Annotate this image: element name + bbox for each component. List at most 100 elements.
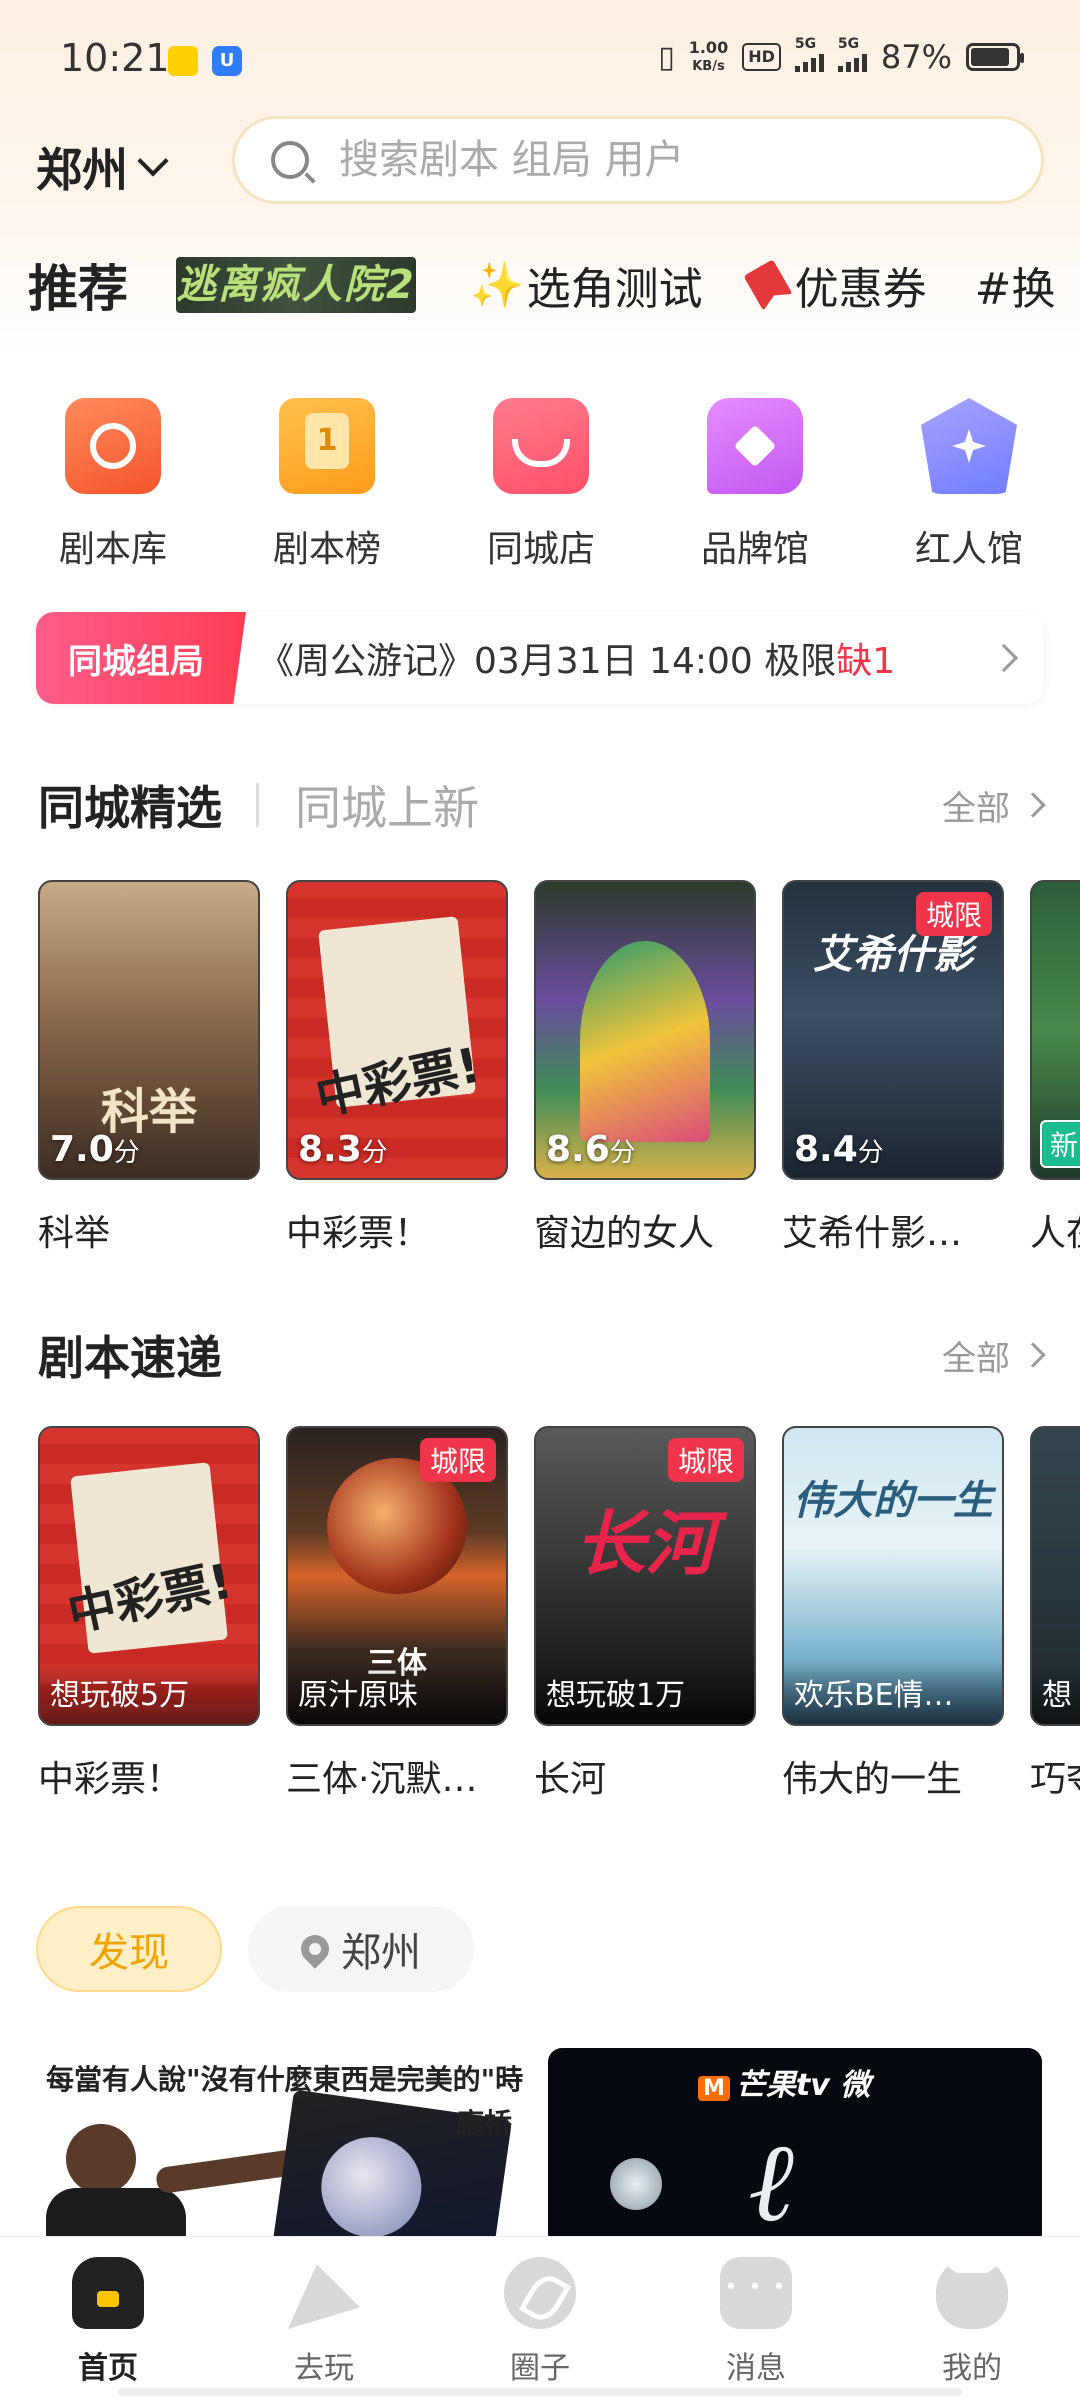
nav-messages[interactable]: 消息 [648,2237,864,2400]
meme-person-image [66,2124,136,2194]
city-limited-badge: 城限 [667,1438,744,1482]
popularity-label: 想 [1032,1662,1080,1724]
script-card[interactable]: 8.6分 窗边的女人 [534,880,756,1256]
entry-influencer-hall[interactable]: 红人馆 [862,398,1076,572]
popularity-label: 欢乐BE情… [784,1662,1002,1724]
party-popper-icon [288,2264,360,2329]
cat-profile-icon [936,2257,1008,2329]
see-all-button[interactable]: 全部 [942,1331,1046,1380]
city-label: 郑州 [36,143,128,197]
card-title: 艾希什影… [782,1213,963,1254]
category-tabs: 推荐 逃离疯人院2 ✨ 选角测试 优惠券 #换 [28,250,1080,320]
calligraphy-image: ℓ [748,2118,794,2246]
city-limited-badge: 城限 [419,1438,496,1482]
local-group-banner[interactable]: 同城组局 《周公游记》03月31日 14:00 极限缺1 [36,612,1044,704]
quick-entry-grid: 剧本库 1 剧本榜 同城店 品牌馆 红人馆 [0,398,1080,572]
script-card[interactable]: 艾希什影 城限 8.4分 艾希什影… [782,880,1004,1256]
entry-script-library[interactable]: 剧本库 [6,398,220,572]
new-badge: 新 [1040,1120,1080,1168]
card-title: 巧夺 [1030,1759,1080,1800]
battery-percent: 87% [880,38,952,76]
rating: 8.4分 [794,1129,884,1170]
see-all-button[interactable]: 全部 [942,781,1046,830]
poster-image: 科举 7.0分 [38,880,260,1180]
ranking-icon: 1 [279,398,375,494]
card-title: 科举 [38,1213,111,1254]
script-card[interactable]: 想 巧夺 [1030,1426,1080,1802]
local-store-icon [493,398,589,494]
brand-hall-icon [707,398,803,494]
entry-brand-hall[interactable]: 品牌馆 [648,398,862,572]
tab-coupons[interactable]: 优惠券 [751,253,927,317]
nav-home[interactable]: 首页 [0,2237,216,2400]
search-icon [271,141,309,179]
vibrate-icon: ▯ [658,39,675,75]
tab-discover[interactable]: 发现 [36,1906,222,1992]
status-bar: 10:21 U ▯ 1.00 KB/s HD 5G 5G 87% [0,0,1080,120]
tab-local-picks[interactable]: 同城精选 [38,772,222,838]
poster-image: 艾希什影 城限 8.4分 [782,880,1004,1180]
home-indicator[interactable] [118,2388,962,2396]
chevron-right-icon [1020,1342,1046,1368]
bottom-navigation: 首页 去玩 圈子 消息 我的 [0,2236,1080,2400]
rating: 8.3分 [298,1129,388,1170]
tab-local-new[interactable]: 同城上新 [295,772,479,838]
signal-icon: 5G [794,36,824,72]
discover-feed: 每當有人說"沒有什麼東西是完美的"時 廊桥 M 芒果tv 微 ℓ [36,2048,1042,2248]
card-title: 窗边的女人 [534,1213,715,1254]
status-time: 10:21 [60,36,170,80]
tab-city-feed[interactable]: 郑州 [248,1906,474,1992]
nav-me[interactable]: 我的 [864,2237,1080,2400]
script-card[interactable]: 新 人在 [1030,880,1080,1256]
city-selector[interactable]: 郑州 [36,134,169,200]
chevron-down-icon [137,145,169,177]
battery-icon [966,43,1024,71]
script-express-list: 中彩票! 想玩破5万 中彩票！ 三体 城限 原汁原味 三体·沉默… 长河 城限 … [38,1426,1080,1802]
discover-tabs: 发现 郑州 [36,1906,474,1992]
sparkles-icon: ✨ [469,260,525,311]
moon-image [610,2158,662,2210]
tab-escape-asylum-banner[interactable]: 逃离疯人院2 [176,257,416,313]
location-pin-icon [295,1929,335,1969]
script-card[interactable]: 三体 城限 原汁原味 三体·沉默… [286,1426,508,1802]
card-title: 伟大的一生 [782,1759,963,1800]
tab-casting-test[interactable]: ✨ 选角测试 [470,253,703,317]
entry-local-store[interactable]: 同城店 [434,398,648,572]
search-bar[interactable] [232,116,1044,204]
tab-recommend[interactable]: 推荐 [28,250,128,320]
script-card[interactable]: 长河 城限 想玩破1万 长河 [534,1426,756,1802]
poster-image: 想 [1030,1426,1080,1726]
hd-icon: HD [742,43,781,71]
chevron-right-icon [989,643,1019,673]
tab-topic[interactable]: #换 [975,253,1056,317]
entry-script-ranking[interactable]: 1 剧本榜 [220,398,434,572]
script-card[interactable]: 科举 7.0分 科举 [38,880,260,1256]
mango-tv-logo: M 芒果tv 微 [698,2060,870,2104]
script-card[interactable]: 伟大的一生 欢乐BE情… 伟大的一生 [782,1426,1004,1802]
script-card[interactable]: 中彩票! 8.3分 中彩票！ [286,880,508,1256]
popularity-label: 原汁原味 [288,1662,506,1724]
script-card[interactable]: 中彩票! 想玩破5万 中彩票！ [38,1426,260,1802]
status-indicators: ▯ 1.00 KB/s HD 5G 5G 87% [658,36,1024,76]
feed-post[interactable]: M 芒果tv 微 ℓ [548,2048,1042,2248]
popularity-label: 想玩破1万 [536,1662,754,1724]
nav-circle[interactable]: 圈子 [432,2237,648,2400]
missing-count: 缺1 [836,641,896,682]
message-icon [720,2257,792,2329]
feed-post[interactable]: 每當有人說"沒有什麼東西是完美的"時 廊桥 [36,2048,532,2248]
group-info: 《周公游记》03月31日 14:00 极限缺1 [258,641,896,682]
poster-image: 伟大的一生 欢乐BE情… [782,1426,1004,1726]
meituan-notification-icon [168,46,198,76]
home-icon [72,2257,144,2329]
circle-leaf-icon [504,2257,576,2329]
card-title: 中彩票！ [38,1759,183,1800]
nav-play[interactable]: 去玩 [216,2237,432,2400]
poster-image: 三体 城限 原汁原味 [286,1426,508,1726]
poster-image: 长河 城限 想玩破1万 [534,1426,756,1726]
section-title: 剧本速递 [38,1331,222,1385]
city-limited-badge: 城限 [915,892,992,936]
card-title: 人在 [1030,1213,1080,1254]
section-local-header: 同城精选 同城上新 全部 [38,772,1046,838]
search-input[interactable] [339,137,979,183]
poster-image: 8.6分 [534,880,756,1180]
